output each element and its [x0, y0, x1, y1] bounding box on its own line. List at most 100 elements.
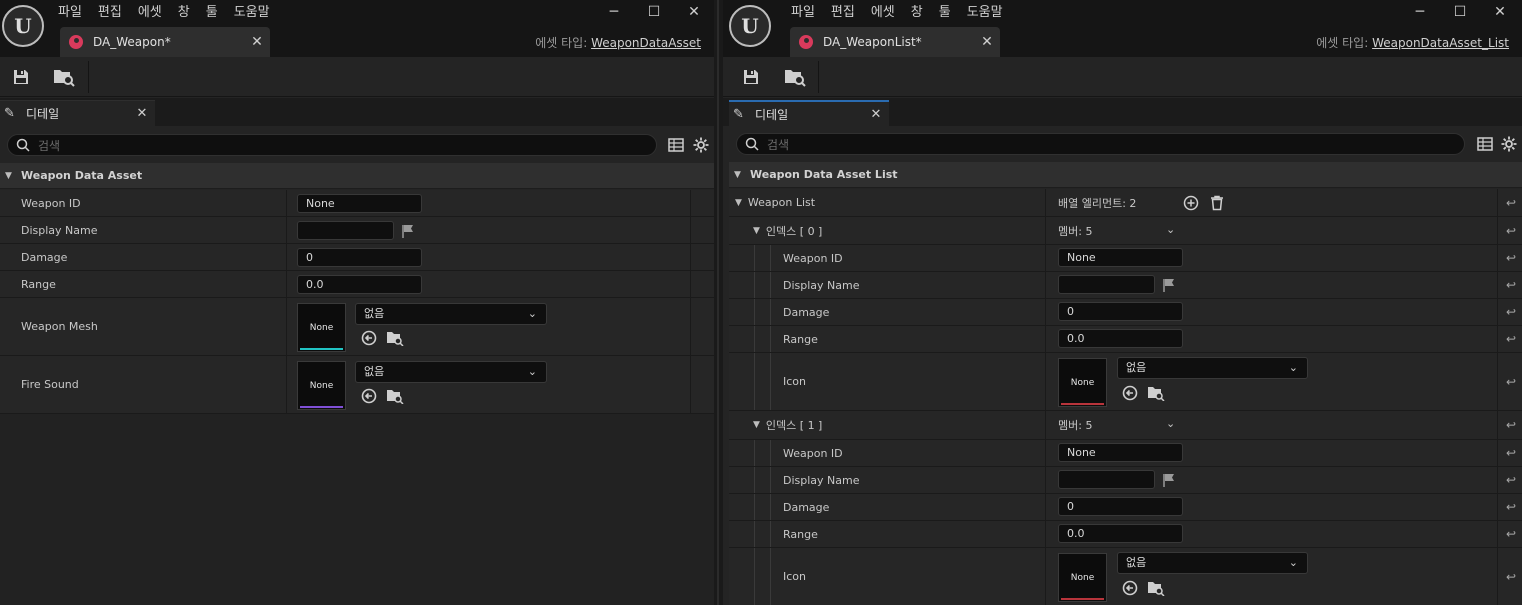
details-panel-tab[interactable]: ✎ 디테일 ✕ — [729, 100, 889, 126]
close-panel-icon[interactable]: ✕ — [863, 107, 889, 122]
settings-gear-icon[interactable] — [692, 136, 710, 154]
use-selected-asset-icon[interactable] — [1121, 579, 1139, 597]
chevron-down-icon[interactable]: ⌄ — [1166, 223, 1175, 236]
use-selected-asset-icon[interactable] — [1121, 384, 1139, 402]
collapse-arrow-icon[interactable]: ▼ — [753, 420, 760, 430]
details-panel-tab[interactable]: ✎ 디테일 ✕ — [0, 100, 155, 126]
reset-to-default-icon[interactable]: ↩ — [1500, 245, 1522, 271]
menu-asset[interactable]: 에셋 — [863, 3, 903, 23]
chevron-down-icon[interactable]: ⌄ — [1166, 417, 1175, 430]
trash-icon[interactable] — [1208, 194, 1226, 212]
damage-field[interactable]: 0 — [297, 248, 422, 267]
maximize-button[interactable]: ☐ — [634, 0, 674, 24]
asset-thumbnail[interactable]: None — [297, 303, 346, 352]
menu-help[interactable]: 도움말 — [226, 3, 278, 23]
damage-field[interactable]: 0 — [1058, 302, 1183, 321]
close-tab-icon[interactable]: ✕ — [244, 34, 270, 50]
column-splitter[interactable] — [1045, 189, 1046, 216]
minimize-button[interactable]: ─ — [594, 0, 634, 24]
display-name-field[interactable] — [297, 221, 394, 240]
collapse-arrow-icon[interactable]: ▼ — [5, 171, 17, 181]
reset-to-default-icon[interactable]: ↩ — [1500, 353, 1522, 410]
column-splitter[interactable] — [286, 244, 287, 270]
asset-type-link[interactable]: WeaponDataAsset_List — [1372, 36, 1509, 50]
collapse-arrow-icon[interactable]: ▼ — [735, 198, 742, 208]
collapse-arrow-icon[interactable]: ▼ — [734, 170, 746, 180]
weapon-id-field[interactable]: None — [297, 194, 422, 213]
column-splitter[interactable] — [1045, 217, 1046, 244]
asset-picker-combo[interactable]: 없음 ⌄ — [355, 303, 547, 325]
use-selected-asset-icon[interactable] — [360, 387, 378, 405]
menu-file[interactable]: 파일 — [783, 3, 823, 23]
reset-to-default-icon[interactable]: ↩ — [1500, 326, 1522, 352]
asset-tab[interactable]: DA_Weapon* ✕ — [60, 27, 270, 57]
close-panel-icon[interactable]: ✕ — [129, 106, 155, 121]
menu-tools[interactable]: 툴 — [931, 3, 959, 23]
close-tab-icon[interactable]: ✕ — [974, 34, 1000, 50]
menu-tools[interactable]: 툴 — [198, 3, 226, 23]
reset-to-default-icon[interactable]: ↩ — [1500, 189, 1522, 216]
category-weapon-data-asset-list[interactable]: ▼ Weapon Data Asset List — [729, 162, 1522, 188]
reset-to-default-icon[interactable]: ↩ — [1500, 521, 1522, 547]
menu-window[interactable]: 창 — [903, 3, 931, 23]
browse-folder-icon[interactable] — [386, 387, 404, 405]
column-splitter[interactable] — [1045, 440, 1046, 466]
column-splitter[interactable] — [286, 190, 287, 216]
column-splitter[interactable] — [1045, 326, 1046, 352]
display-name-field[interactable] — [1058, 470, 1155, 489]
asset-type-link[interactable]: WeaponDataAsset — [591, 36, 701, 50]
column-splitter[interactable] — [1045, 494, 1046, 520]
menu-asset[interactable]: 에셋 — [130, 3, 170, 23]
localization-flag-icon[interactable] — [1162, 278, 1176, 292]
unreal-logo-icon[interactable]: U — [729, 5, 771, 47]
menu-window[interactable]: 창 — [170, 3, 198, 23]
menu-edit[interactable]: 편집 — [90, 3, 130, 23]
asset-picker-combo[interactable]: 없음 ⌄ — [1117, 552, 1308, 574]
localization-flag-icon[interactable] — [1162, 473, 1176, 487]
column-splitter[interactable] — [1045, 521, 1046, 547]
column-splitter[interactable] — [1045, 272, 1046, 298]
browse-folder-icon[interactable] — [1147, 579, 1165, 597]
browse-to-asset-icon[interactable] — [784, 66, 806, 88]
asset-thumbnail[interactable]: None — [297, 361, 346, 410]
menu-edit[interactable]: 편집 — [823, 3, 863, 23]
menu-help[interactable]: 도움말 — [959, 3, 1011, 23]
menu-file[interactable]: 파일 — [50, 3, 90, 23]
asset-picker-combo[interactable]: 없음 ⌄ — [355, 361, 547, 383]
save-icon[interactable] — [10, 66, 32, 88]
range-field[interactable]: 0.0 — [297, 275, 422, 294]
column-splitter[interactable] — [286, 271, 287, 297]
asset-tab[interactable]: DA_WeaponList* ✕ — [790, 27, 1000, 57]
column-splitter[interactable] — [1045, 411, 1046, 439]
reset-to-default-icon[interactable]: ↩ — [1500, 411, 1522, 439]
reset-to-default-icon[interactable]: ↩ — [1500, 217, 1522, 244]
table-view-icon[interactable] — [667, 136, 685, 154]
asset-thumbnail[interactable]: None — [1058, 358, 1107, 407]
category-weapon-data-asset[interactable]: ▼ Weapon Data Asset — [0, 163, 714, 189]
column-splitter[interactable] — [286, 298, 287, 355]
close-window-button[interactable]: ✕ — [674, 0, 714, 24]
search-input[interactable]: 검색 — [7, 134, 657, 156]
asset-thumbnail[interactable]: None — [1058, 553, 1107, 602]
display-name-field[interactable] — [1058, 275, 1155, 294]
reset-to-default-icon[interactable]: ↩ — [1500, 299, 1522, 325]
localization-flag-icon[interactable] — [401, 224, 415, 238]
browse-to-asset-icon[interactable] — [53, 66, 75, 88]
close-window-button[interactable]: ✕ — [1480, 0, 1520, 24]
unreal-logo-icon[interactable]: U — [2, 5, 44, 47]
reset-to-default-icon[interactable]: ↩ — [1500, 494, 1522, 520]
weapon-id-field[interactable]: None — [1058, 443, 1183, 462]
asset-picker-combo[interactable]: 없음 ⌄ — [1117, 357, 1308, 379]
damage-field[interactable]: 0 — [1058, 497, 1183, 516]
save-icon[interactable] — [740, 66, 762, 88]
minimize-button[interactable]: ─ — [1400, 0, 1440, 24]
browse-folder-icon[interactable] — [1147, 384, 1165, 402]
browse-folder-icon[interactable] — [386, 329, 404, 347]
reset-to-default-icon[interactable]: ↩ — [1500, 272, 1522, 298]
reset-to-default-icon[interactable]: ↩ — [1500, 548, 1522, 605]
add-element-icon[interactable] — [1182, 194, 1200, 212]
column-splitter[interactable] — [286, 217, 287, 243]
column-splitter[interactable] — [1045, 353, 1046, 410]
collapse-arrow-icon[interactable]: ▼ — [753, 226, 760, 236]
range-field[interactable]: 0.0 — [1058, 524, 1183, 543]
